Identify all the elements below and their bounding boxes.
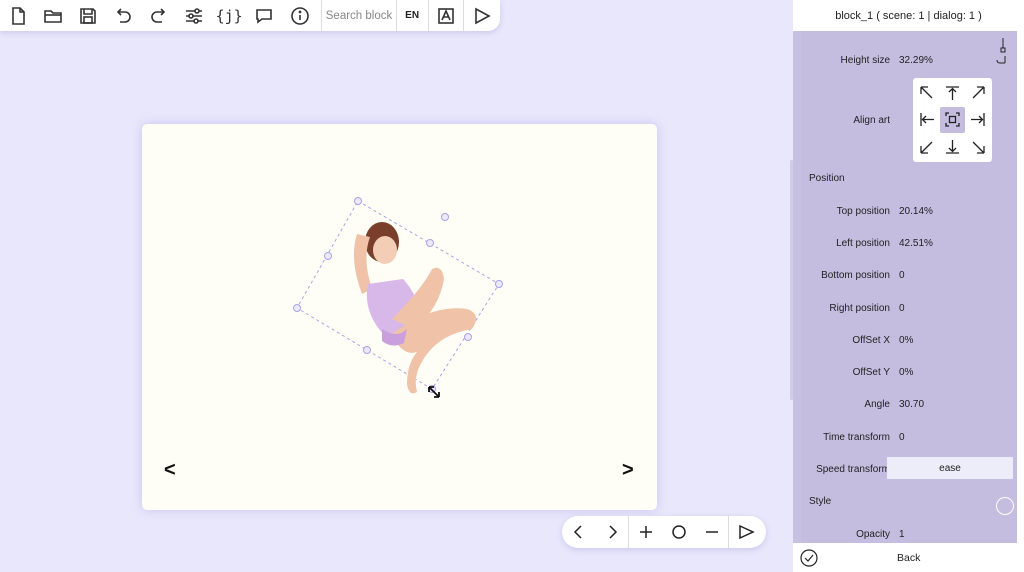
properties-panel: block_1 ( scene: 1 | dialog: 1 ) Height … bbox=[793, 0, 1024, 572]
back-button[interactable]: Back bbox=[897, 552, 920, 564]
character-figure bbox=[353, 222, 476, 394]
panel-title: block_1 ( scene: 1 | dialog: 1 ) bbox=[793, 0, 1024, 31]
redo-icon[interactable] bbox=[141, 0, 176, 31]
circle-toggle-icon[interactable] bbox=[996, 497, 1014, 515]
play-icon[interactable] bbox=[464, 0, 500, 31]
link-icon[interactable] bbox=[996, 36, 1010, 64]
undo-icon[interactable] bbox=[106, 0, 141, 31]
speed-transform-select[interactable]: ease bbox=[887, 457, 1013, 479]
chevron-right-icon[interactable] bbox=[595, 516, 628, 548]
search-block-input[interactable]: Search block bbox=[321, 0, 397, 31]
align-bottom-left-icon[interactable] bbox=[915, 133, 940, 160]
properties-list: Height size 32.29% Align art Position To… bbox=[801, 31, 1017, 543]
check-icon[interactable] bbox=[800, 549, 818, 567]
character-art[interactable] bbox=[142, 124, 657, 510]
panel-scrollbar[interactable] bbox=[1017, 31, 1024, 543]
scene-canvas[interactable]: < > bbox=[142, 124, 657, 510]
align-art-grid bbox=[913, 78, 992, 162]
align-bottom-icon[interactable] bbox=[940, 133, 965, 160]
save-icon[interactable] bbox=[71, 0, 106, 31]
variables-icon[interactable]: {j} bbox=[212, 0, 247, 31]
language-button[interactable]: EN bbox=[397, 0, 429, 31]
zoom-out-icon[interactable] bbox=[695, 516, 728, 548]
comment-icon[interactable] bbox=[247, 0, 282, 31]
style-section-title: Style bbox=[809, 496, 832, 507]
zoom-controls bbox=[562, 516, 766, 548]
position-section-title: Position bbox=[809, 173, 845, 184]
zoom-reset-icon[interactable] bbox=[662, 516, 695, 548]
new-file-icon[interactable] bbox=[0, 0, 35, 31]
align-top-left-icon[interactable] bbox=[915, 80, 940, 107]
zoom-in-icon[interactable] bbox=[629, 516, 662, 548]
open-folder-icon[interactable] bbox=[35, 0, 70, 31]
align-left-icon[interactable] bbox=[915, 107, 940, 134]
panel-footer: Back bbox=[793, 543, 1024, 572]
align-right-icon[interactable] bbox=[965, 107, 990, 134]
align-bottom-right-icon[interactable] bbox=[965, 133, 990, 160]
settings-sliders-icon[interactable] bbox=[176, 0, 211, 31]
top-toolbar: {j} Search block EN bbox=[0, 0, 500, 31]
align-top-icon[interactable] bbox=[940, 80, 965, 107]
align-center-icon[interactable] bbox=[940, 106, 965, 134]
next-dialog-button[interactable]: > bbox=[622, 459, 634, 482]
chevron-left-icon[interactable] bbox=[562, 516, 595, 548]
prev-dialog-button[interactable]: < bbox=[164, 459, 176, 482]
align-top-right-icon[interactable] bbox=[965, 80, 990, 107]
info-icon[interactable] bbox=[282, 0, 317, 31]
play-preview-icon[interactable] bbox=[729, 516, 762, 548]
art-tool-icon[interactable] bbox=[429, 0, 465, 31]
